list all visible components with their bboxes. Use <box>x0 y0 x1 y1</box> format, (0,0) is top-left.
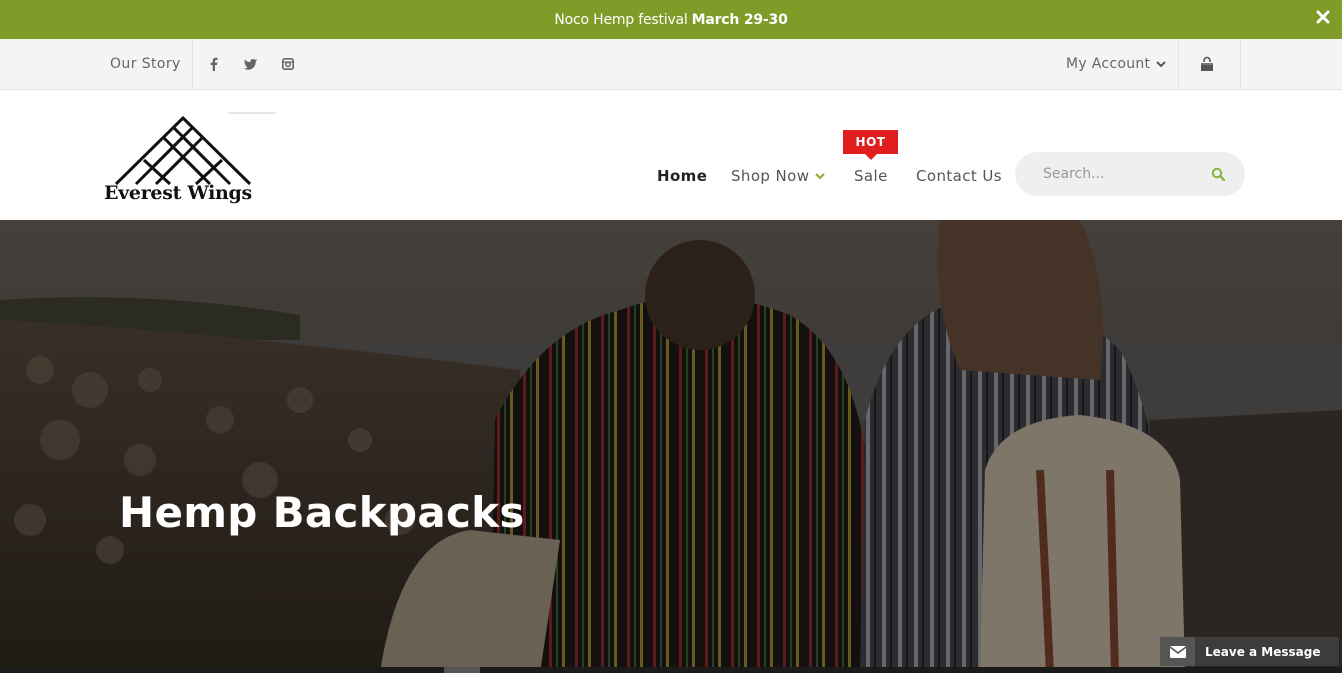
hero-banner: Hemp Backpacks <box>0 220 1342 673</box>
announcement-text: Noco Hemp festival <box>554 11 688 28</box>
slider-progress <box>0 667 1342 673</box>
leave-message-label: Leave a Message <box>1205 644 1321 659</box>
nav-sale[interactable]: Sale <box>854 167 888 185</box>
chevron-down-icon <box>815 173 826 180</box>
logo-mark <box>114 116 252 186</box>
leave-message-button[interactable]: Leave a Message <box>1160 637 1339 666</box>
instagram-icon[interactable] <box>281 56 295 72</box>
hero-image <box>0 220 1342 673</box>
nav-shop-now-label: Shop Now <box>731 167 810 185</box>
nav-home[interactable]: Home <box>657 167 707 185</box>
utility-bar: Our Story My Account <box>0 39 1342 90</box>
hot-badge: HOT <box>843 130 898 160</box>
our-story-link[interactable]: Our Story <box>110 56 181 72</box>
search-bar <box>1015 152 1245 196</box>
announcement-bar: Noco Hemp festival March 29-30 <box>0 0 1342 39</box>
search-icon[interactable] <box>1211 167 1225 181</box>
my-account-label: My Account <box>1066 56 1151 72</box>
divider <box>1178 39 1179 89</box>
slider-progress-indicator <box>444 667 480 673</box>
divider <box>228 112 276 114</box>
envelope-icon <box>1160 637 1195 666</box>
search-input[interactable] <box>1043 166 1203 182</box>
announcement-date: March 29-30 <box>691 11 788 28</box>
divider <box>192 39 193 89</box>
logo-text: Everest Wings <box>104 182 252 204</box>
divider <box>1240 39 1241 89</box>
chevron-down-icon <box>1156 60 1167 67</box>
close-icon[interactable] <box>1316 10 1330 24</box>
shopping-bag-icon[interactable] <box>1199 56 1215 72</box>
hero-title: Hemp Backpacks <box>119 488 525 537</box>
nav-contact-us[interactable]: Contact Us <box>916 167 1002 185</box>
my-account-menu[interactable]: My Account <box>1066 56 1167 72</box>
logo[interactable]: Everest Wings <box>104 116 264 208</box>
facebook-icon[interactable] <box>207 56 221 72</box>
twitter-icon[interactable] <box>243 56 257 72</box>
site-header: Everest Wings Home Shop Now HOT Sale Con… <box>0 90 1342 220</box>
nav-shop-now[interactable]: Shop Now <box>731 167 826 185</box>
